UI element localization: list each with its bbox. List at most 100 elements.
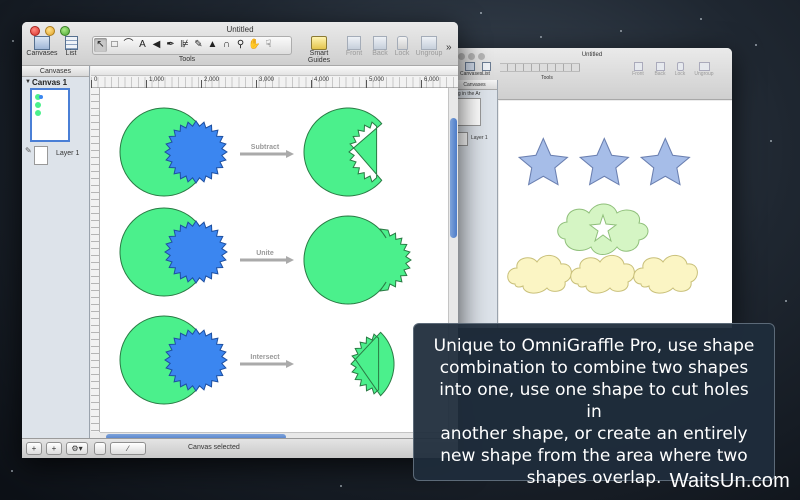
- back-ungroup-button[interactable]: Ungroup: [690, 62, 718, 77]
- callout-line: combination to combine two shapes: [439, 358, 749, 378]
- arrow-head-icon: [286, 360, 294, 368]
- ungroup-icon: [421, 36, 437, 50]
- unite-result-shape: [303, 215, 412, 305]
- selection-tool-icon[interactable]: ↖: [94, 38, 107, 52]
- layer-edit-icon[interactable]: ✎: [25, 146, 32, 155]
- magnet-icon[interactable]: ∩: [220, 38, 233, 52]
- arrow-head-icon: [286, 256, 294, 264]
- layer-label: Layer 1: [56, 150, 80, 157]
- cloud-shape: [633, 255, 698, 294]
- ruler-tick: 1,000: [149, 77, 165, 83]
- blue-starburst-shape: [164, 220, 228, 284]
- action-menu-button[interactable]: ⚙▾: [66, 442, 88, 455]
- shape-tool-icon[interactable]: □: [108, 38, 121, 52]
- cloud-shape: [507, 255, 572, 294]
- lock-label: Lock: [394, 50, 410, 57]
- add-layer-button[interactable]: +: [46, 442, 62, 455]
- text-tool-icon[interactable]: A: [136, 38, 149, 52]
- bring-front-icon: [633, 62, 643, 71]
- back-sidebar[interactable]: Canvases ing in the Ar Layer 1: [452, 80, 498, 328]
- callout-line: Unique to OmniGraffle Pro, use shape: [433, 336, 755, 356]
- magnet-tool-icon[interactable]: ◀: [150, 38, 163, 52]
- color-well-button[interactable]: [94, 442, 106, 455]
- back-label: Back: [372, 50, 388, 57]
- lock-icon: [396, 36, 408, 50]
- smart-guides-button[interactable]: Smart Guides: [298, 36, 340, 64]
- hand-tool-icon[interactable]: ✋: [248, 38, 261, 52]
- toolbar-overflow-icon[interactable]: »: [446, 42, 452, 53]
- main-window[interactable]: Untitled Canvases List ↖ □ ⌒ A ◀ ✒ ⊯ ✎ ▲…: [22, 22, 458, 458]
- send-back-icon: [373, 36, 387, 50]
- back-list-button[interactable]: List: [478, 62, 494, 77]
- ungroup-button[interactable]: Ungroup: [414, 36, 444, 57]
- line-tool-icon[interactable]: ⌒: [122, 38, 135, 52]
- lock-button[interactable]: Lock: [392, 36, 412, 57]
- star-shape: [517, 137, 569, 186]
- main-canvas[interactable]: Subtract Unite Intersect: [100, 88, 448, 432]
- unite-label: Unite: [256, 250, 274, 257]
- back-list-label: List: [482, 71, 490, 77]
- status-text: Canvas selected: [188, 444, 240, 451]
- layer-thumbnail[interactable]: [34, 146, 48, 165]
- canvases-icon: [34, 36, 50, 50]
- back-layer-label: Layer 1: [471, 135, 488, 141]
- back-window[interactable]: Untitled Canvases List Tools Front Back …: [452, 48, 732, 328]
- style-brush-icon[interactable]: ✎: [192, 38, 205, 52]
- pen-tool-icon[interactable]: ✒: [164, 38, 177, 52]
- back-canvas-thumbnail[interactable]: [455, 98, 481, 126]
- ruler-tick: 2,000: [204, 77, 220, 83]
- intersect-label: Intersect: [250, 354, 280, 361]
- list-icon: [481, 62, 491, 71]
- back-front-button[interactable]: Front: [628, 62, 648, 77]
- list-label: List: [65, 50, 77, 57]
- back-lock-button[interactable]: Lock: [670, 62, 690, 77]
- ungroup-icon: [698, 62, 710, 71]
- status-bar: + + ⚙▾ ∕ Canvas selected: [22, 438, 458, 458]
- tools-label: Tools: [178, 56, 196, 63]
- canvases-icon: [465, 62, 475, 71]
- back-canvases-button[interactable]: Canvases: [460, 62, 482, 77]
- canvas-thumbnail[interactable]: [30, 88, 70, 142]
- add-canvas-button[interactable]: +: [26, 442, 42, 455]
- line-style-button[interactable]: ∕: [110, 442, 146, 455]
- front-label: Front: [345, 50, 363, 57]
- watermark: WaitsUn.com: [669, 470, 790, 492]
- ruler-tick: 0: [94, 77, 98, 83]
- subtract-result-shape: [303, 107, 383, 197]
- canvases-label: Canvases: [26, 50, 58, 57]
- callout-line: into one, use one shape to cut holes in: [439, 380, 749, 422]
- horizontal-ruler[interactable]: 0 1,000 2,000 3,000 4,000 5,000 6,000: [91, 66, 458, 88]
- back-front-label: Front: [632, 71, 644, 77]
- cloud-with-star-hole-shape: [557, 203, 649, 255]
- main-window-titlebar[interactable]: Untitled Canvases List ↖ □ ⌒ A ◀ ✒ ⊯ ✎ ▲…: [22, 22, 458, 66]
- callout-line: new shape from the area where two: [440, 446, 748, 466]
- vertical-ruler[interactable]: [91, 88, 100, 432]
- blue-starburst-shape: [164, 120, 228, 184]
- zoom-tool-icon[interactable]: ⚲: [234, 38, 247, 52]
- smart-guides-icon: [311, 36, 327, 50]
- back-canvas[interactable]: [499, 101, 732, 328]
- canvas-name[interactable]: Canvas 1: [32, 78, 67, 87]
- subtract-label: Subtract: [250, 144, 280, 151]
- vertical-scroll-thumb[interactable]: [450, 118, 457, 238]
- ruler-tick: 6,000: [424, 77, 440, 83]
- rubber-stamp-icon[interactable]: ▲: [206, 38, 219, 52]
- diagram-tool-icon[interactable]: ⊯: [178, 38, 191, 52]
- back-tools-strip[interactable]: [500, 63, 580, 72]
- canvases-button[interactable]: Canvases: [26, 36, 58, 57]
- canvas-disclosure-icon[interactable]: ▼: [25, 79, 31, 85]
- front-button[interactable]: Front: [342, 36, 366, 57]
- window-title: Untitled: [226, 25, 254, 34]
- back-back-button[interactable]: Back: [650, 62, 670, 77]
- smart-guides-label: Smart Guides: [307, 50, 331, 64]
- canvases-sidebar[interactable]: Canvases ▼ Canvas 1 ✎ Layer 1: [22, 66, 90, 438]
- browse-tool-icon[interactable]: ☟: [262, 38, 275, 52]
- ruler-tick: 3,000: [259, 77, 275, 83]
- back-tools-label: Tools: [541, 75, 553, 81]
- list-button[interactable]: List: [60, 36, 82, 57]
- intersect-result-shape: [350, 331, 395, 397]
- blue-starburst-shape: [164, 328, 228, 392]
- back-button[interactable]: Back: [368, 36, 392, 57]
- star-shape: [578, 137, 630, 186]
- ruler-tick: 4,000: [314, 77, 330, 83]
